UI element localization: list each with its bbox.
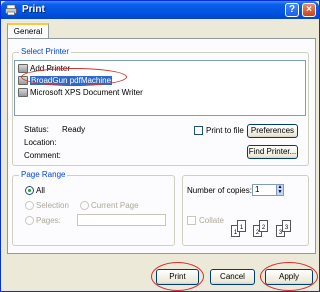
printer-item-xps[interactable]: Microsoft XPS Document Writer (18, 87, 143, 98)
annotation-oval-apply (260, 262, 318, 291)
sheet-icon: 1 (237, 220, 246, 232)
title-bar[interactable]: Print ? × (1, 1, 319, 19)
printer-icon (18, 88, 28, 98)
tab-general[interactable]: General (7, 23, 49, 39)
annotation-oval-printer (21, 68, 127, 86)
pages-label: Pages: (36, 216, 61, 225)
find-printer-button[interactable]: Find Printer... (247, 145, 298, 159)
number-of-copies-label: Number of copies: (187, 186, 252, 195)
selection-label: Selection (36, 201, 69, 210)
current-page-label: Current Page (91, 201, 139, 210)
collate-label: Collate (199, 216, 224, 225)
close-icon: × (306, 4, 312, 15)
current-page-radio[interactable] (80, 201, 89, 210)
location-label: Location: (24, 138, 57, 147)
page-range-label: Page Range (19, 170, 68, 179)
printer-item-label: Microsoft XPS Document Writer (30, 88, 143, 97)
select-printer-label: Select Printer (19, 47, 72, 56)
print-to-file-checkbox[interactable] (194, 126, 203, 135)
print-to-file-label: Print to file (206, 126, 244, 135)
comment-label: Comment: (24, 151, 61, 160)
cancel-button[interactable]: Cancel (210, 269, 255, 285)
pages-input[interactable] (77, 214, 166, 226)
collate-illustration: 1 1 2 2 3 3 (231, 220, 299, 242)
printer-icon (5, 4, 17, 16)
status-value: Ready (62, 125, 86, 134)
all-label: All (36, 186, 45, 195)
help-button[interactable]: ? (285, 3, 299, 17)
print-dialog: Print ? × General Select Printer Add Pri… (0, 0, 320, 292)
number-of-copies-input[interactable]: 1 (252, 184, 277, 196)
sheet-icon: 2 (259, 220, 268, 232)
pages-radio[interactable] (25, 216, 34, 225)
annotation-oval-print (151, 262, 204, 291)
selection-radio[interactable] (25, 201, 34, 210)
all-radio[interactable] (25, 186, 34, 195)
close-button[interactable]: × (302, 3, 316, 17)
sheet-icon: 3 (282, 220, 291, 232)
copies-spinner[interactable]: ▲ ▼ (276, 184, 284, 196)
help-icon: ? (288, 4, 296, 15)
preferences-button[interactable]: Preferences (247, 124, 298, 138)
window-title: Print (22, 4, 45, 15)
collate-checkbox[interactable] (187, 216, 196, 225)
status-label: Status: (24, 125, 49, 134)
